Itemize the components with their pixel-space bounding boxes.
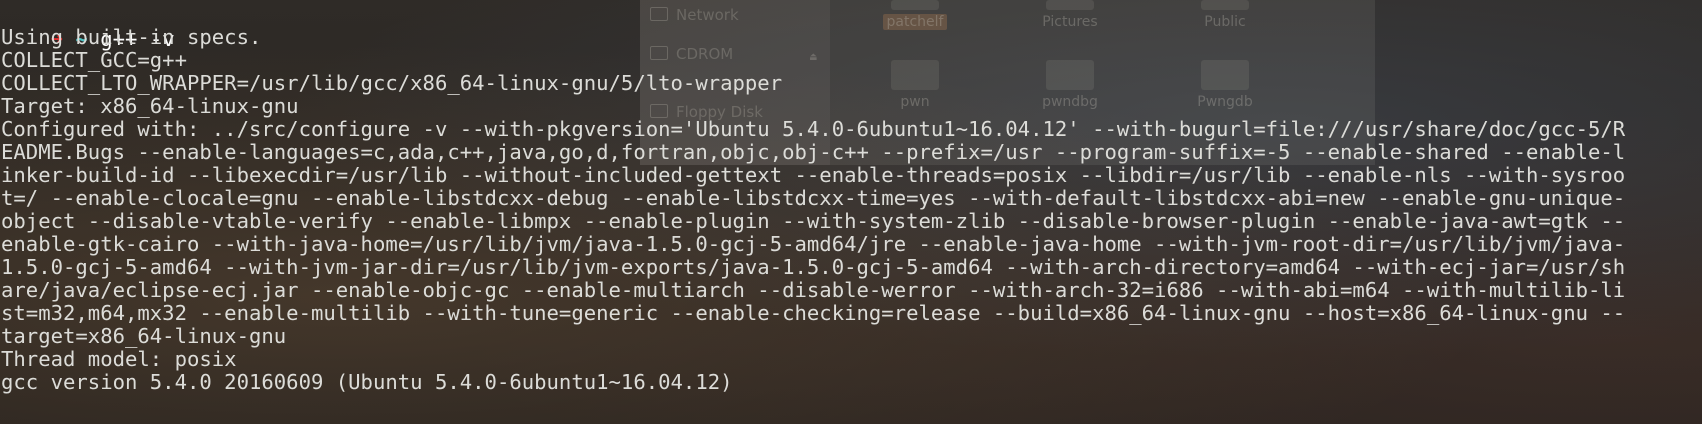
output-line: st=m32,m64,mx32 --enable-multilib --with… [1,301,1626,325]
output-line: Target: x86_64-linux-gnu [1,94,299,118]
output-line: t=/ --enable-clocale=gnu --enable-libstd… [1,186,1626,210]
output-line: are/java/eclipse-ecj.jar --enable-objc-g… [1,278,1626,302]
prompt-line: ➜ ~ g++ -v [1,2,175,51]
output-line: 1.5.0-gcj-5-amd64 --with-jvm-jar-dir=/us… [1,255,1626,279]
output-line: Using built-in specs. [1,25,262,49]
output-line: Configured with: ../src/configure -v --w… [1,117,1626,141]
output-line: COLLECT_LTO_WRAPPER=/usr/lib/gcc/x86_64-… [1,71,783,95]
output-line: Thread model: posix [1,347,237,371]
output-line: target=x86_64-linux-gnu [1,324,287,348]
output-line: enable-gtk-cairo --with-java-home=/usr/l… [1,232,1626,256]
output-line: EADME.Bugs --enable-languages=c,ada,c++,… [1,140,1626,164]
output-line: object --disable-vtable-verify --enable-… [1,209,1626,233]
terminal-window[interactable]: ➜ ~ g++ -v Using built-in specs. COLLECT… [0,0,1702,424]
output-line: inker-build-id --libexecdir=/usr/lib --w… [1,163,1626,187]
output-line: gcc version 5.4.0 20160609 (Ubuntu 5.4.0… [1,370,733,394]
output-line: COLLECT_GCC=g++ [1,48,187,72]
